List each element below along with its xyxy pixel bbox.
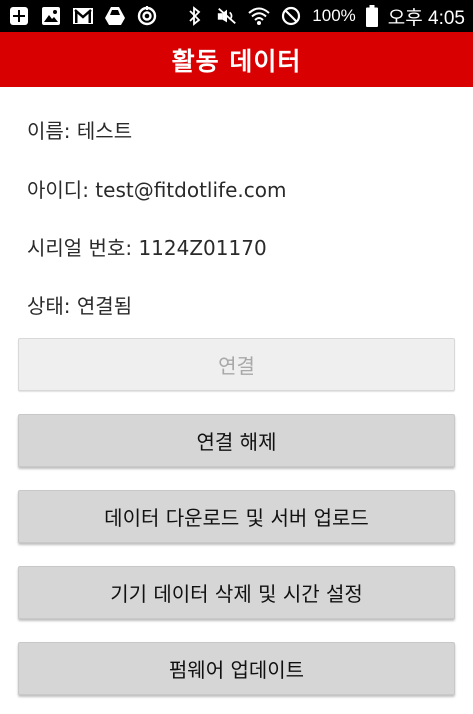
connection-status-line: 상태: 연결됨 — [27, 290, 132, 319]
firmware-update-button[interactable]: 펌웨어 업데이트 — [18, 642, 455, 695]
plus-box-icon — [8, 5, 30, 27]
connection-status-text: 상태: 연결됨 — [27, 294, 133, 318]
battery-icon — [365, 5, 378, 27]
mute-icon — [216, 5, 238, 27]
page-title: 활동 데이터 — [171, 46, 302, 76]
serial-number-line: 시리얼 번호: 1124Z01170 — [27, 232, 267, 261]
download-upload-button[interactable]: 데이터 다운로드 및 서버 업로드 — [18, 490, 455, 543]
disconnect-button[interactable]: 연결 해제 — [18, 414, 455, 467]
wifi-icon — [248, 5, 270, 27]
delete-data-set-time-button[interactable]: 기기 데이터 삭제 및 시간 설정 — [18, 566, 455, 619]
status-right-icons: 100% 오후 4:05 — [184, 3, 465, 30]
status-left-icons — [8, 5, 158, 27]
sync-icon — [136, 5, 158, 27]
status-time: 오후 4:05 — [387, 7, 465, 29]
device-name-line: 이름: 테스트 — [27, 115, 132, 144]
bluetooth-icon — [184, 5, 206, 27]
battery-percent: 100% — [312, 6, 356, 25]
gmail-icon — [72, 5, 94, 27]
user-id-line: 아이디: test@fitdotlife.com — [27, 174, 286, 203]
connect-button[interactable]: 연결 — [18, 338, 455, 391]
app-bar: 활동 데이터 — [0, 32, 473, 87]
user-id-text: 아이디: test@fitdotlife.com — [27, 178, 287, 202]
device-name-text: 이름: 테스트 — [27, 119, 133, 143]
drive-icon — [104, 5, 126, 27]
image-icon — [40, 5, 62, 27]
status-bar: 100% 오후 4:05 — [0, 0, 473, 32]
blocked-icon — [280, 5, 302, 27]
serial-number-text: 시리얼 번호: 1124Z01170 — [27, 236, 267, 260]
